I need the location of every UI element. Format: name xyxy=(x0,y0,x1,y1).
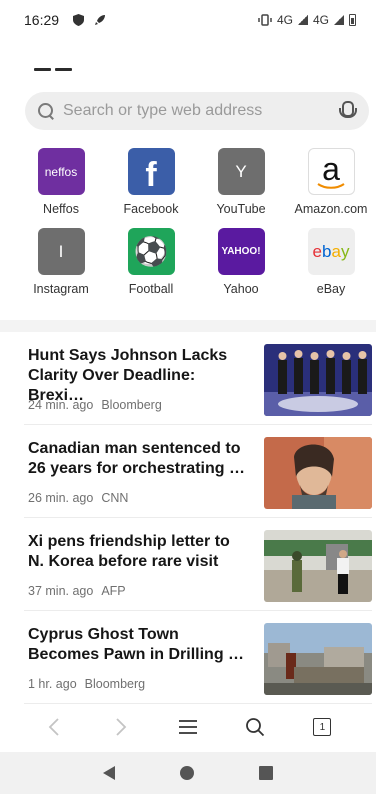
news-time: 26 min. ago xyxy=(28,491,94,505)
news-source: AFP xyxy=(101,584,126,598)
youtube-icon: Y xyxy=(217,148,265,195)
ebay-icon: ebay xyxy=(307,228,355,275)
amazon-icon: a xyxy=(307,148,355,195)
shortcut-amazon[interactable]: a Amazon.com xyxy=(286,148,376,216)
shortcut-label: Neffos xyxy=(43,202,79,216)
news-item[interactable]: Xi pens friendship letter to N. Korea be… xyxy=(24,518,372,611)
shortcut-label: YouTube xyxy=(216,202,266,216)
back-button[interactable] xyxy=(34,707,74,747)
news-time: 1 hr. ago xyxy=(28,677,77,691)
search-button[interactable] xyxy=(235,707,275,747)
search-icon xyxy=(37,102,55,120)
forward-button[interactable] xyxy=(101,707,141,747)
tab-count-badge: 1 xyxy=(313,718,332,736)
news-source: Bloomberg xyxy=(84,677,146,691)
news-source: Bloomberg xyxy=(101,398,162,412)
neffos-icon: neffos xyxy=(37,148,85,195)
nav-back-icon[interactable] xyxy=(102,766,115,780)
news-thumbnail xyxy=(264,437,372,509)
network-label: 4G xyxy=(276,13,293,27)
news-time: 37 min. ago xyxy=(28,584,94,598)
shortcut-label: Amazon.com xyxy=(294,202,368,216)
news-title: Hunt Says Johnson Lacks Clarity Over Dea… xyxy=(28,347,228,404)
shortcut-instagram[interactable]: I Instagram xyxy=(16,228,106,296)
shortcut-facebook[interactable]: f Facebook xyxy=(106,148,196,216)
search-input[interactable] xyxy=(63,102,337,120)
signal-icon xyxy=(334,15,344,25)
shortcut-ebay[interactable]: ebay eBay xyxy=(286,228,376,296)
shield-icon xyxy=(73,14,85,26)
network-label-2: 4G xyxy=(312,13,329,27)
status-bar: 16:29 4G 4G xyxy=(0,0,376,40)
nav-recents-icon[interactable] xyxy=(259,766,274,780)
shortcut-label: Football xyxy=(128,282,174,296)
news-feed: Hunt Says Johnson Lacks Clarity Over Dea… xyxy=(0,332,376,704)
news-title: Cyprus Ghost Town Becomes Pawn in Drilli… xyxy=(28,626,245,663)
amazon-glyph: a xyxy=(322,150,340,187)
search-bar[interactable] xyxy=(25,92,369,130)
menu-dash-icon[interactable] xyxy=(34,68,72,71)
browser-toolbar: 1 xyxy=(0,703,376,751)
news-title: Xi pens friendship letter to N. Korea be… xyxy=(28,533,230,570)
system-navigation-bar xyxy=(0,752,376,794)
shortcut-youtube[interactable]: Y YouTube xyxy=(196,148,286,216)
news-source: CNN xyxy=(101,491,129,505)
menu-button[interactable] xyxy=(168,707,208,747)
news-thumbnail xyxy=(264,344,372,416)
shortcut-label: Facebook xyxy=(123,202,179,216)
nav-home-icon[interactable] xyxy=(179,766,194,780)
top-sites-grid: neffos Neffos f Facebook Y YouTube a Ama… xyxy=(16,148,376,296)
hamburger-icon xyxy=(178,720,197,734)
yahoo-icon: YAHOO! xyxy=(217,228,265,275)
status-time: 16:29 xyxy=(24,12,60,28)
facebook-icon: f xyxy=(127,148,175,195)
search-icon xyxy=(246,718,265,737)
chevron-right-icon xyxy=(116,718,127,736)
amazon-smile-icon xyxy=(317,182,345,189)
news-title: Canadian man sentenced to 26 years for o… xyxy=(28,440,245,477)
section-divider xyxy=(0,320,376,332)
shortcut-label: Instagram xyxy=(33,282,89,296)
news-time: 24 min. ago xyxy=(28,398,94,412)
football-icon: ⚽ xyxy=(127,228,175,275)
battery-icon xyxy=(349,14,356,26)
ebay-logo: ebay xyxy=(312,241,350,261)
microphone-icon[interactable] xyxy=(337,100,357,122)
shortcut-neffos[interactable]: neffos Neffos xyxy=(16,148,106,216)
shortcut-football[interactable]: ⚽ Football xyxy=(106,228,196,296)
vibrate-icon xyxy=(258,14,272,26)
shortcut-label: eBay xyxy=(316,282,346,296)
shortcut-yahoo[interactable]: YAHOO! Yahoo xyxy=(196,228,286,296)
signal-icon xyxy=(297,15,308,25)
news-item[interactable]: Canadian man sentenced to 26 years for o… xyxy=(24,425,372,518)
news-thumbnail xyxy=(264,623,372,695)
tabs-button[interactable]: 1 xyxy=(302,707,342,747)
shortcut-label: Yahoo xyxy=(223,282,259,296)
chevron-left-icon xyxy=(48,718,59,736)
news-thumbnail xyxy=(264,530,372,602)
news-item[interactable]: Hunt Says Johnson Lacks Clarity Over Dea… xyxy=(24,332,372,425)
rocket-icon xyxy=(95,15,106,25)
news-item[interactable]: Cyprus Ghost Town Becomes Pawn in Drilli… xyxy=(24,611,372,704)
instagram-icon: I xyxy=(37,228,85,275)
